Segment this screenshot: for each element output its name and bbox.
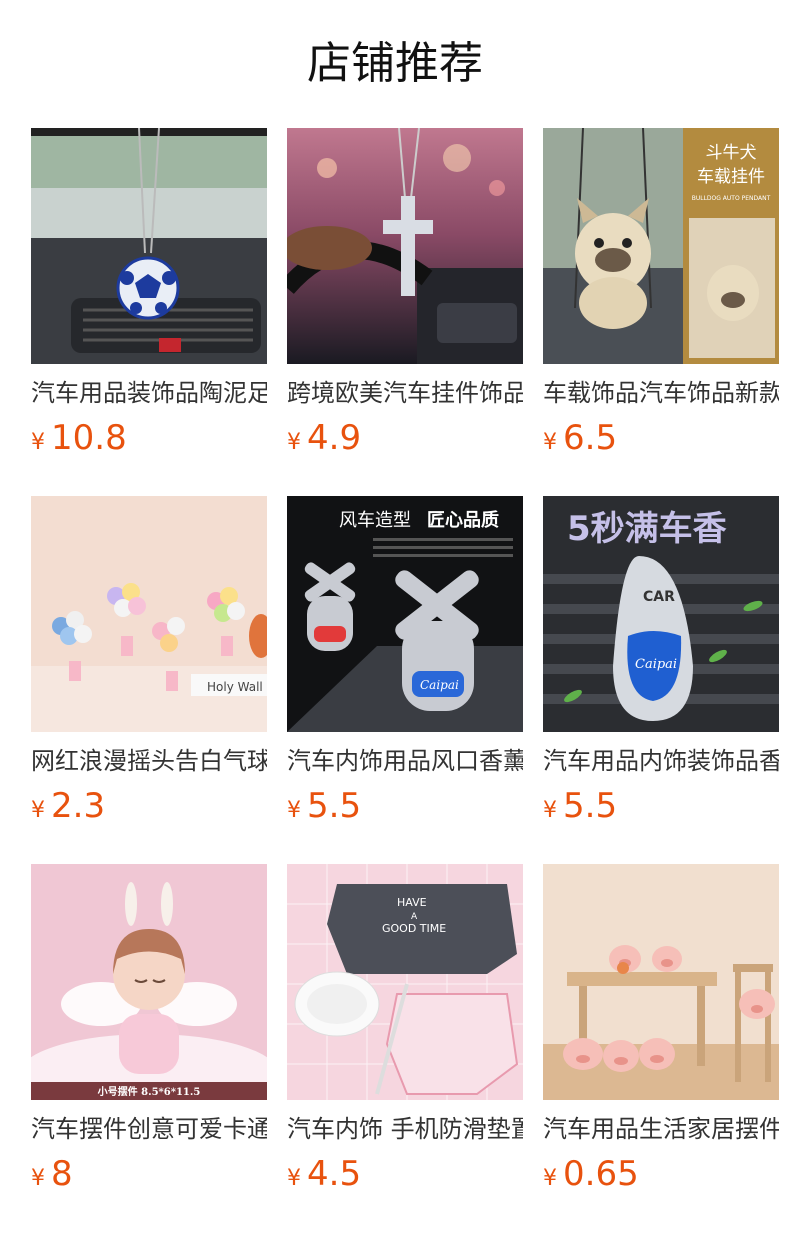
product-image-bulldog-swing[interactable]: 斗牛犬 车载挂件 BULLDOG AUTO PENDANT	[543, 128, 779, 364]
product-card[interactable]: 风车造型 匠心品质 Caipai 汽车内饰用品风口香薰风车	[287, 496, 523, 834]
product-name[interactable]: 网红浪漫摇头告白气球摆件	[31, 744, 267, 778]
product-card[interactable]: 5秒满车香 Caipai CAR 汽车用品内饰装饰品香水夹 ¥5.5	[543, 496, 779, 834]
perfume-car-text: CAR	[643, 589, 675, 605]
product-name[interactable]: 汽车内饰用品风口香薰风车	[287, 744, 523, 778]
currency-symbol: ¥	[287, 1166, 301, 1191]
bulldog-en: BULLDOG AUTO PENDANT	[692, 195, 771, 202]
currency-symbol: ¥	[543, 1166, 557, 1191]
product-card[interactable]: 跨境欧美汽车挂件饰品十字架 ¥4.9	[287, 128, 523, 466]
product-name[interactable]: 跨境欧美汽车挂件饰品十字架	[287, 376, 523, 410]
currency-symbol: ¥	[287, 798, 301, 823]
product-image-vent-perfume[interactable]: 5秒满车香 Caipai CAR	[543, 496, 779, 732]
currency-symbol: ¥	[543, 798, 557, 823]
price-value: 0.65	[563, 1154, 639, 1194]
mat-text-b: A	[411, 912, 418, 922]
product-name[interactable]: 汽车用品生活家居摆件小猪	[543, 1112, 779, 1146]
mat-text-a: HAVE	[397, 896, 427, 909]
product-name[interactable]: 汽车摆件创意可爱卡通天使	[31, 1112, 267, 1146]
windmill-brand: Caipai	[420, 678, 459, 692]
price: ¥5.5	[287, 784, 523, 834]
product-image-angel-doll[interactable]: 小号摆件 8.5*6*11.5	[31, 864, 267, 1100]
product-card[interactable]: 斗牛犬 车载挂件 BULLDOG AUTO PENDANT 车载饰品汽车饰品新款…	[543, 128, 779, 466]
price: ¥0.65	[543, 1152, 779, 1202]
mat-text-c: GOOD TIME	[382, 922, 446, 935]
windmill-title-a: 风车造型	[339, 510, 411, 531]
product-card[interactable]: Holy Wall 网红浪漫摇头告白气球摆件 ¥2.3	[31, 496, 267, 834]
currency-symbol: ¥	[31, 430, 45, 455]
price-value: 5.5	[307, 786, 362, 826]
product-image-balloon-ornament[interactable]: Holy Wall	[31, 496, 267, 732]
price: ¥10.8	[31, 416, 267, 466]
price: ¥2.3	[31, 784, 267, 834]
product-name[interactable]: 汽车用品装饰品陶泥足球挂件	[31, 376, 267, 410]
angel-size-label: 小号摆件 8.5*6*11.5	[97, 1085, 201, 1098]
price: ¥6.5	[543, 416, 779, 466]
price: ¥4.9	[287, 416, 523, 466]
price-value: 4.5	[307, 1154, 362, 1194]
product-image-pig-figurines[interactable]	[543, 864, 779, 1100]
product-image-soccer-ball-pendant[interactable]	[31, 128, 267, 364]
currency-symbol: ¥	[287, 430, 301, 455]
product-card[interactable]: 汽车用品装饰品陶泥足球挂件 ¥10.8	[31, 128, 267, 466]
price: ¥8	[31, 1152, 267, 1202]
balloon-sign-text: Holy Wall	[207, 680, 263, 694]
product-name[interactable]: 汽车用品内饰装饰品香水夹	[543, 744, 779, 778]
price: ¥5.5	[543, 784, 779, 834]
price-value: 6.5	[563, 418, 618, 458]
product-card[interactable]: 小号摆件 8.5*6*11.5 汽车摆件创意可爱卡通天使 ¥8	[31, 864, 267, 1202]
product-image-cross-pendant[interactable]	[287, 128, 523, 364]
product-card[interactable]: 汽车用品生活家居摆件小猪 ¥0.65	[543, 864, 779, 1202]
perfume-title: 5秒满车香	[567, 509, 727, 549]
windmill-title-b: 匠心品质	[427, 510, 499, 531]
product-image-anti-slip-mat[interactable]: HAVE A GOOD TIME	[287, 864, 523, 1100]
currency-symbol: ¥	[31, 1166, 45, 1191]
product-card[interactable]: HAVE A GOOD TIME 汽车内饰 手机防滑垫置物 ¥4.5	[287, 864, 523, 1202]
section-title: 店铺推荐	[307, 38, 483, 89]
price-value: 8	[51, 1154, 73, 1194]
price-value: 2.3	[51, 786, 106, 826]
product-name[interactable]: 车载饰品汽车饰品新款斗牛犬	[543, 376, 779, 410]
price-value: 4.9	[307, 418, 362, 458]
perfume-brand: Caipai	[635, 657, 677, 672]
bulldog-subtitle: 车载挂件	[697, 167, 765, 187]
price-value: 10.8	[51, 418, 127, 458]
price: ¥4.5	[287, 1152, 523, 1202]
currency-symbol: ¥	[31, 798, 45, 823]
product-name[interactable]: 汽车内饰 手机防滑垫置物	[287, 1112, 523, 1146]
price-value: 5.5	[563, 786, 618, 826]
bulldog-title: 斗牛犬	[706, 143, 757, 163]
currency-symbol: ¥	[543, 430, 557, 455]
product-image-windmill-vent-clip[interactable]: 风车造型 匠心品质 Caipai	[287, 496, 523, 732]
